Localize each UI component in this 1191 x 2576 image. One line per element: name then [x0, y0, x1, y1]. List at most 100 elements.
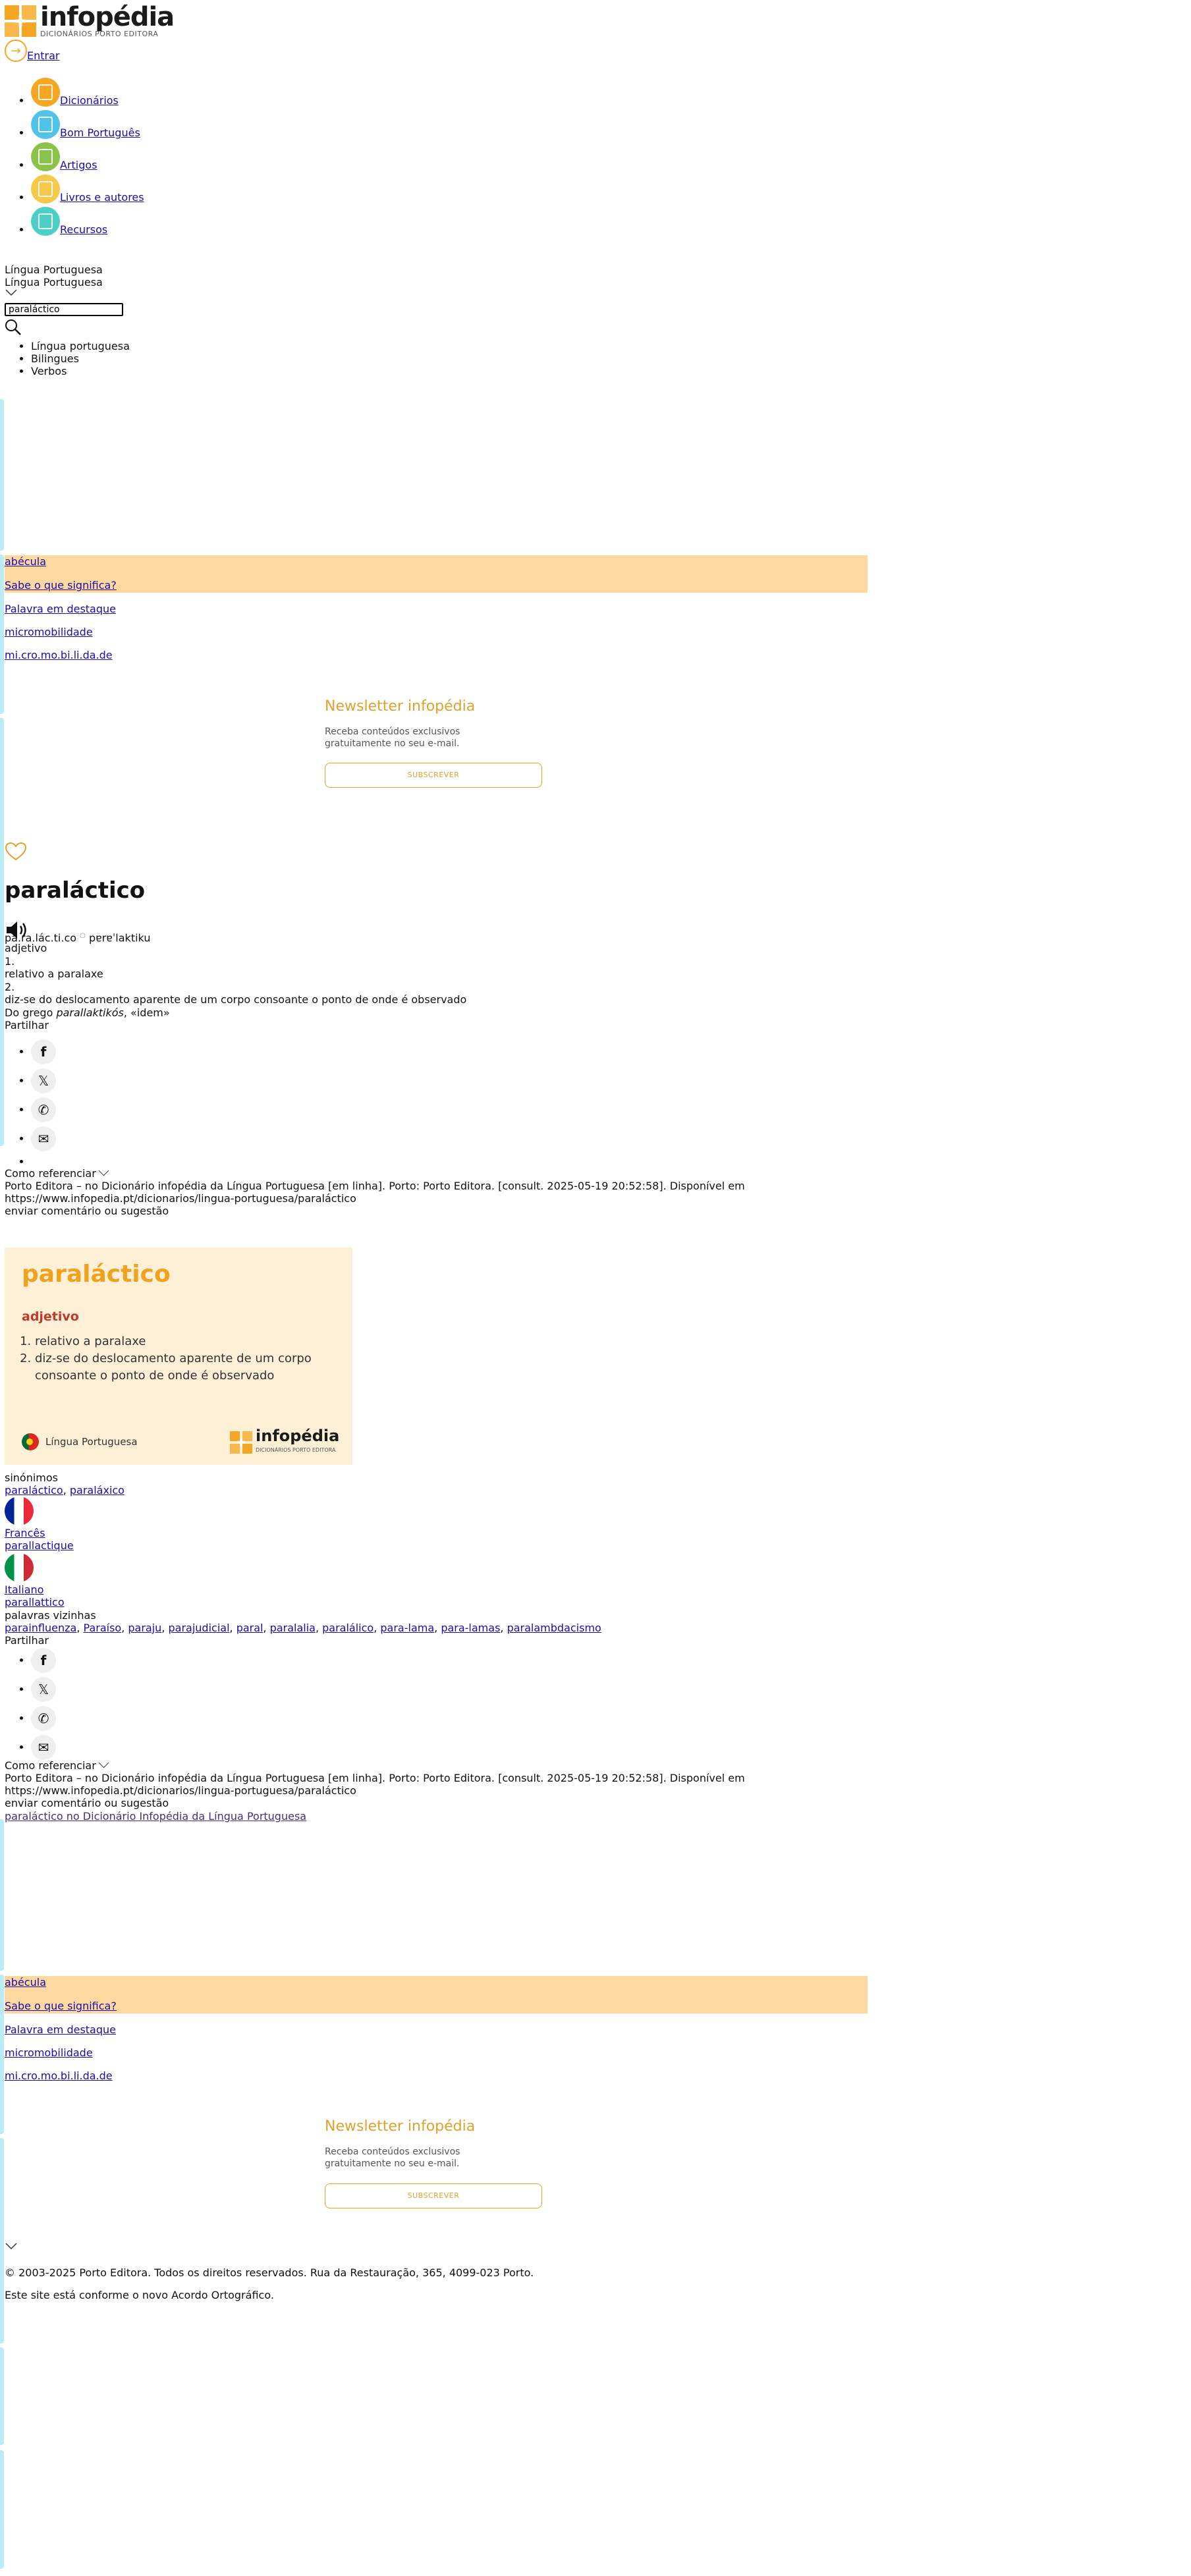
newsletter-subscribe-button[interactable]: SUBSCREVER	[325, 763, 542, 788]
email-icon[interactable]: ✉	[31, 1735, 56, 1760]
footer-copyright: © 2003-2025 Porto Editora. Todos os dire…	[5, 2266, 534, 2279]
chevron-down-icon	[5, 289, 17, 296]
citation-text: Porto Editora – no Dicionário infopédia …	[5, 1180, 745, 1205]
share-item: ✆	[31, 1097, 56, 1126]
site-logo[interactable]: infopédia DICIONÁRIOS PORTO EDITORA	[5, 4, 175, 38]
word-of-day-cta[interactable]: Sabe o que significa?	[5, 579, 117, 591]
word-of-day-link[interactable]: abécula	[5, 1976, 46, 1988]
book-icon[interactable]	[31, 175, 60, 204]
search-category-bilingues[interactable]: Bilingues	[31, 352, 130, 365]
entry-image-link[interactable]: paraláctico no Dicionário Infopédia da L…	[5, 1810, 306, 1822]
favorite-heart-icon[interactable]	[5, 842, 27, 862]
footer-toggle[interactable]	[5, 2241, 18, 2253]
whatsapp-icon[interactable]: ✆	[31, 1706, 56, 1731]
entry-pos: adjetivo	[5, 942, 47, 954]
neighbor-link[interactable]: paralambdacismo	[507, 1622, 601, 1634]
nav-link-bom-portugues[interactable]: Bom Português	[60, 126, 140, 139]
dictionary-icon[interactable]	[31, 78, 60, 107]
pen-icon[interactable]	[31, 110, 60, 139]
word-of-day-link[interactable]: abécula	[5, 555, 46, 568]
translation-language-link[interactable]: Francês	[5, 1527, 45, 1539]
neighbor-link[interactable]: paralalia	[270, 1622, 316, 1634]
neighbor-link[interactable]: paral	[236, 1622, 263, 1634]
citation-toggle[interactable]: Como referenciar	[5, 1165, 109, 1180]
neighbor-link[interactable]: paralálico	[322, 1622, 374, 1634]
newsletter-title: Newsletter infopédia	[325, 698, 476, 715]
feedback-link[interactable]: enviar comentário ou sugestão	[5, 1205, 169, 1217]
nav-link-recursos[interactable]: Recursos	[60, 223, 107, 236]
neighbor-link[interactable]: paraju	[128, 1622, 161, 1634]
translation-word-link[interactable]: parallattico	[5, 1596, 65, 1608]
neighbor-link[interactable]: parajudicial	[168, 1622, 229, 1634]
synonyms-list: paraláctico, paraláxico	[5, 1484, 125, 1496]
neighbor-link[interactable]: para-lamas	[441, 1622, 500, 1634]
word-of-day-cta[interactable]: Sabe o que significa?	[5, 2000, 117, 2012]
definition-number: 2.	[5, 981, 15, 993]
nav-link-artigos[interactable]: Artigos	[60, 159, 97, 171]
share-list: f 𝕏 ✆ ✉	[5, 1039, 56, 1184]
share-item: f	[31, 1648, 56, 1677]
neighbor-link[interactable]: parainfluenza	[5, 1622, 76, 1634]
card-logo: infopédia DICIONÁRIOS PORTO EDITORA	[230, 1428, 339, 1456]
neighbors-label: palavras vizinhas	[5, 1609, 96, 1622]
resources-icon[interactable]	[31, 207, 60, 236]
side-strip	[0, 399, 4, 551]
facebook-icon[interactable]: f	[31, 1648, 56, 1673]
search-icon[interactable]	[5, 319, 22, 336]
featured-word-label[interactable]: Palavra em destaque	[5, 2023, 116, 2036]
logo-mark-icon	[5, 5, 36, 37]
dictionary-select-label: Língua Portuguesa	[5, 263, 103, 276]
portugal-flag-icon	[22, 1433, 39, 1450]
featured-word-link[interactable]: micromobilidade	[5, 626, 93, 638]
search-input[interactable]	[5, 303, 123, 316]
search-category-lingua[interactable]: Língua portuguesa	[31, 340, 130, 352]
word-of-day-band	[5, 555, 868, 593]
separator-dot-icon: ○	[80, 932, 86, 939]
side-strip	[0, 2138, 4, 2343]
dictionary-select[interactable]: Língua Portuguesa	[5, 276, 103, 288]
dictionary-select-toggle[interactable]	[5, 287, 18, 300]
france-flag-icon	[5, 1496, 34, 1525]
synonym-link[interactable]: paraláxico	[70, 1484, 125, 1496]
word-of-day-band	[5, 1976, 868, 2014]
newsletter-title: Newsletter infopédia	[325, 2118, 476, 2135]
login-link[interactable]: Entrar	[27, 49, 59, 62]
nav-link-livros[interactable]: Livros e autores	[60, 191, 144, 204]
newsletter-text-1: Receba conteúdos exclusivos	[325, 2147, 460, 2157]
login-icon[interactable]: →	[5, 40, 27, 62]
chevron-down-icon	[5, 2243, 17, 2250]
logo-mark-icon	[230, 1431, 252, 1454]
definition-number: 1.	[5, 955, 15, 968]
feedback-link[interactable]: enviar comentário ou sugestão	[5, 1797, 169, 1809]
side-strip	[0, 555, 4, 714]
translation-word-link[interactable]: parallactique	[5, 1539, 74, 1552]
translation-language-link[interactable]: Italiano	[5, 1583, 43, 1596]
card-definitions: relativo a paralaxe diz-se do deslocamen…	[22, 1333, 338, 1384]
neighbor-link[interactable]: Paraíso	[84, 1622, 122, 1634]
nav-item-livros: Livros e autores	[31, 175, 144, 207]
synonym-link[interactable]: paraláctico	[5, 1484, 63, 1496]
card-language: Língua Portuguesa	[45, 1435, 138, 1448]
whatsapp-icon[interactable]: ✆	[31, 1097, 56, 1122]
italy-flag-icon	[5, 1553, 34, 1582]
search-category-verbos[interactable]: Verbos	[31, 365, 130, 377]
x-twitter-icon[interactable]: 𝕏	[31, 1068, 56, 1093]
citation-toggle-label: Como referenciar	[5, 1759, 96, 1772]
card-logo-subtitle: DICIONÁRIOS PORTO EDITORA	[256, 1447, 336, 1453]
featured-word-syllables[interactable]: mi.cro.mo.bi.li.da.de	[5, 649, 113, 661]
featured-word-syllables[interactable]: mi.cro.mo.bi.li.da.de	[5, 2069, 113, 2082]
featured-word-link[interactable]: micromobilidade	[5, 2046, 93, 2059]
side-strip	[0, 2347, 4, 2445]
featured-word-label[interactable]: Palavra em destaque	[5, 603, 116, 615]
article-icon[interactable]	[31, 142, 60, 171]
newsletter-subscribe-button[interactable]: SUBSCREVER	[325, 2183, 542, 2208]
logo-subtitle: DICIONÁRIOS PORTO EDITORA	[40, 30, 159, 38]
x-twitter-icon[interactable]: 𝕏	[31, 1677, 56, 1702]
neighbor-link[interactable]: para-lama	[380, 1622, 434, 1634]
card-definition: relativo a paralaxe	[35, 1333, 338, 1350]
facebook-icon[interactable]: f	[31, 1039, 56, 1064]
citation-toggle[interactable]: Como referenciar	[5, 1757, 109, 1772]
entry-etymology: Do grego parallaktikós, «idem»	[5, 1006, 170, 1019]
email-icon[interactable]: ✉	[31, 1126, 56, 1151]
nav-link-dicionarios[interactable]: Dicionários	[60, 94, 119, 107]
